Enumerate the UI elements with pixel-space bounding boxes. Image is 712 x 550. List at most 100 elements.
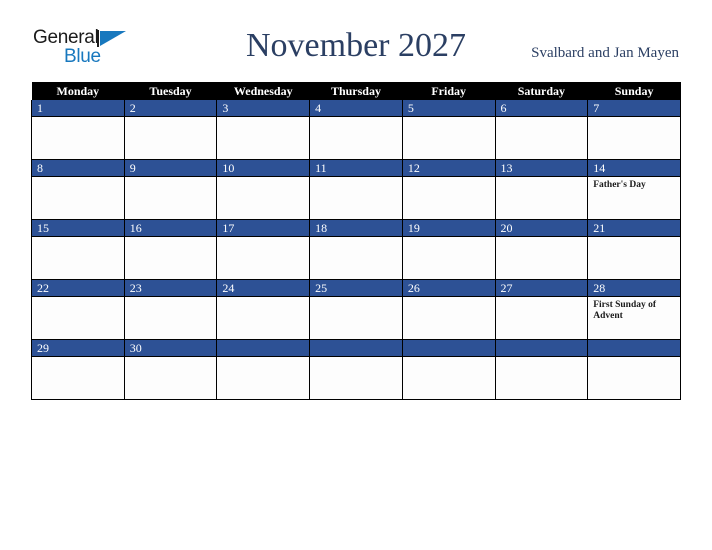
day-events	[403, 177, 495, 218]
day-events	[310, 177, 402, 218]
region-label: Svalbard and Jan Mayen	[531, 45, 679, 61]
calendar-day-cell[interactable]: 21	[587, 219, 681, 280]
calendar-day-cell[interactable]: 8	[31, 159, 125, 220]
calendar-day-cell[interactable]	[587, 339, 681, 400]
calendar-day-cell[interactable]	[401, 339, 496, 400]
calendar-day-cell[interactable]: 18	[309, 219, 403, 280]
day-events	[496, 357, 588, 398]
day-number: 1	[32, 100, 124, 117]
day-events	[125, 117, 217, 158]
weekday-header-wednesday: Wednesday	[216, 82, 310, 100]
day-events	[403, 297, 495, 338]
calendar-day-cell[interactable]: 23	[123, 279, 218, 340]
event-label: Father's Day	[593, 180, 646, 190]
day-number: 24	[217, 280, 310, 297]
day-number: 20	[495, 220, 588, 237]
calendar-day-cell[interactable]: 5	[401, 100, 496, 160]
calendar-week-row: 15 16 17 18 19 20 21	[31, 219, 681, 280]
day-events	[217, 357, 309, 398]
day-events	[125, 357, 217, 398]
calendar-day-cell[interactable]: 15	[31, 219, 125, 280]
calendar-day-cell[interactable]: 10	[216, 159, 311, 220]
day-events	[310, 237, 402, 278]
calendar-day-cell[interactable]: 11	[309, 159, 403, 220]
day-events	[310, 357, 402, 398]
calendar-day-cell[interactable]: 29	[31, 339, 125, 400]
day-number: 22	[32, 280, 124, 297]
day-events: First Sunday of Advent	[588, 297, 680, 338]
day-events	[32, 177, 124, 218]
calendar-week-row: 8 9 10 11 12 13 14 Father's Day	[31, 159, 681, 220]
day-events	[217, 237, 309, 278]
calendar-grid: Monday Tuesday Wednesday Thursday Friday…	[31, 82, 681, 400]
day-events	[32, 297, 124, 338]
weekday-header-tuesday: Tuesday	[124, 82, 217, 100]
day-events	[310, 297, 402, 338]
day-number	[588, 340, 680, 357]
calendar-day-cell[interactable]: 30	[123, 339, 218, 400]
calendar-body: 1 2 3 4 5 6 7 8 9 10 11 12 13 14 Father's Day 15 16 17 18 1…	[31, 100, 681, 400]
day-number: 26	[402, 280, 495, 297]
calendar-day-cell[interactable]: 24	[216, 279, 311, 340]
calendar-day-cell[interactable]: 17	[216, 219, 311, 280]
day-number: 14	[588, 160, 680, 177]
day-number: 6	[495, 100, 588, 117]
calendar-week-row: 1234567	[31, 100, 681, 160]
day-events: Father's Day	[588, 177, 680, 218]
calendar-day-cell[interactable]	[494, 339, 589, 400]
day-number: 4	[310, 100, 402, 117]
calendar-day-cell[interactable]: 13	[494, 159, 589, 220]
weekday-header-sunday: Sunday	[587, 82, 681, 100]
weekday-header-row: Monday Tuesday Wednesday Thursday Friday…	[31, 82, 681, 100]
calendar-day-cell[interactable]: 1	[31, 100, 125, 160]
day-number: 18	[310, 220, 402, 237]
day-events	[217, 177, 309, 218]
day-number: 16	[124, 220, 217, 237]
day-events	[125, 297, 217, 338]
calendar-day-cell[interactable]: 4	[309, 100, 403, 160]
day-number: 17	[217, 220, 310, 237]
weekday-header-monday: Monday	[31, 82, 125, 100]
calendar-day-cell[interactable]: 16	[123, 219, 218, 280]
day-number: 3	[217, 100, 310, 117]
calendar-week-row: 29 30	[31, 339, 681, 400]
calendar-day-cell[interactable]: 20	[494, 219, 589, 280]
calendar-day-cell[interactable]: 19	[401, 219, 496, 280]
day-number: 25	[310, 280, 402, 297]
calendar-day-cell[interactable]: 27	[494, 279, 589, 340]
day-number: 11	[310, 160, 402, 177]
calendar-day-cell[interactable]: 9	[123, 159, 218, 220]
day-number: 8	[32, 160, 124, 177]
day-events	[496, 237, 588, 278]
day-number: 30	[124, 340, 217, 357]
weekday-header-thursday: Thursday	[309, 82, 403, 100]
day-number: 21	[588, 220, 680, 237]
calendar-day-cell[interactable]	[309, 339, 403, 400]
day-number: 19	[402, 220, 495, 237]
calendar-day-cell[interactable]: 22	[31, 279, 125, 340]
day-events	[125, 237, 217, 278]
day-number	[495, 340, 588, 357]
weekday-header-friday: Friday	[402, 82, 496, 100]
day-events	[32, 357, 124, 398]
day-number: 27	[495, 280, 588, 297]
day-number: 5	[402, 100, 495, 117]
calendar-day-cell[interactable]: 3	[216, 100, 311, 160]
calendar-day-cell[interactable]: 25	[309, 279, 403, 340]
calendar-week-row: 22 23 24 25 26 27 28 First Sunday of Advent	[31, 279, 681, 340]
day-number: 7	[588, 100, 680, 117]
day-number	[310, 340, 402, 357]
calendar-day-cell[interactable]: 28 First Sunday of Advent	[587, 279, 681, 340]
day-number: 23	[124, 280, 217, 297]
calendar-day-cell[interactable]: 6	[494, 100, 589, 160]
calendar-day-cell[interactable]	[216, 339, 311, 400]
day-number: 13	[495, 160, 588, 177]
calendar-day-cell[interactable]: 2	[123, 100, 218, 160]
page-header: General Blue November 2027 Svalbard and …	[0, 0, 712, 82]
calendar-day-cell[interactable]: 7	[587, 100, 681, 160]
calendar-day-cell[interactable]: 12	[401, 159, 496, 220]
day-events	[403, 117, 495, 158]
calendar-day-cell[interactable]: 14 Father's Day	[587, 159, 681, 220]
day-number: 29	[32, 340, 124, 357]
calendar-day-cell[interactable]: 26	[401, 279, 496, 340]
